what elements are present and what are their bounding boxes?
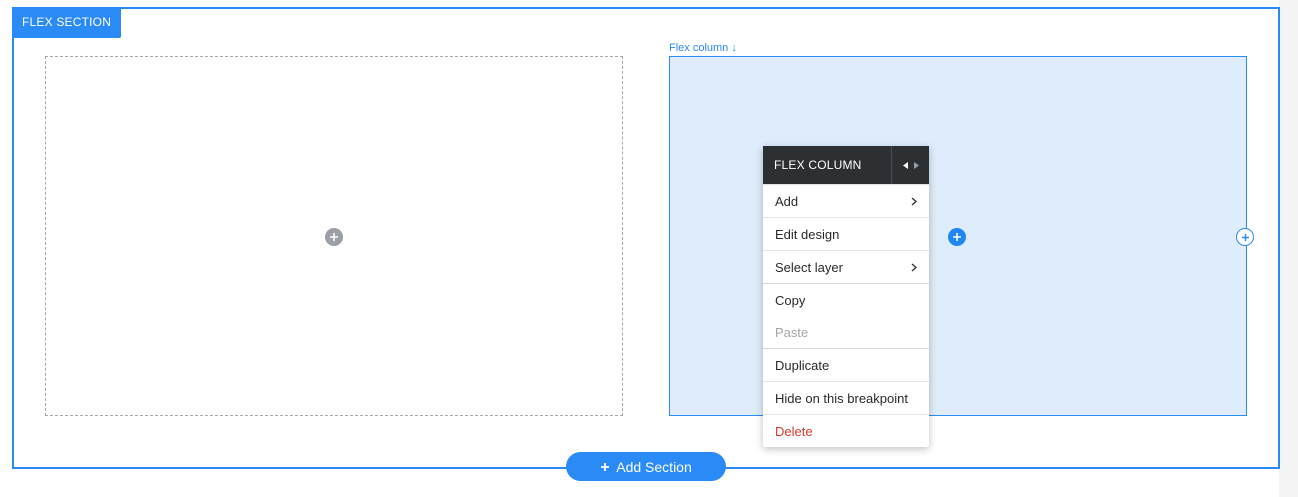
menu-item-label: Delete bbox=[775, 423, 813, 439]
menu-item-label: Add bbox=[775, 193, 799, 209]
menu-item-edit-design[interactable]: Edit design bbox=[763, 217, 929, 250]
menu-item-label: Hide on this breakpoint bbox=[775, 390, 908, 406]
plus-icon bbox=[1241, 233, 1249, 241]
menu-item-paste: Paste bbox=[763, 316, 929, 348]
flex-column-label[interactable]: Flex column ↓ bbox=[669, 42, 737, 54]
add-section-button[interactable]: Add Section bbox=[566, 452, 726, 481]
add-section-label: Add Section bbox=[616, 458, 692, 475]
menu-item-label: Select layer bbox=[775, 259, 843, 275]
plus-icon bbox=[601, 462, 610, 471]
context-menu-nav bbox=[891, 146, 929, 184]
menu-item-select-layer[interactable]: Select layer bbox=[763, 250, 929, 283]
menu-item-add[interactable]: Add bbox=[763, 184, 929, 217]
context-menu-header: FLEX COLUMN bbox=[763, 146, 929, 184]
add-element-icon[interactable] bbox=[948, 228, 966, 246]
menu-item-delete[interactable]: Delete bbox=[763, 414, 929, 447]
menu-item-copy[interactable]: Copy bbox=[763, 283, 929, 316]
add-column-icon[interactable] bbox=[1236, 228, 1254, 246]
menu-item-hide-on-breakpoint[interactable]: Hide on this breakpoint bbox=[763, 381, 929, 414]
caret-right-icon[interactable] bbox=[913, 161, 919, 169]
add-element-icon[interactable] bbox=[325, 228, 343, 246]
plus-icon bbox=[330, 233, 338, 241]
menu-item-duplicate[interactable]: Duplicate bbox=[763, 348, 929, 381]
context-menu-title: FLEX COLUMN bbox=[774, 158, 862, 172]
menu-item-label: Duplicate bbox=[775, 357, 830, 373]
plus-icon bbox=[953, 233, 961, 241]
caret-left-icon[interactable] bbox=[902, 161, 908, 169]
flex-section-tag[interactable]: FLEX SECTION bbox=[12, 7, 122, 38]
menu-item-label: Edit design bbox=[775, 226, 840, 242]
menu-item-label: Paste bbox=[775, 324, 809, 340]
chevron-right-icon bbox=[911, 262, 917, 272]
canvas-right-gutter bbox=[1279, 0, 1298, 497]
context-menu: FLEX COLUMN Add Edit design Select layer… bbox=[763, 146, 929, 447]
chevron-right-icon bbox=[911, 196, 917, 206]
menu-item-label: Copy bbox=[775, 292, 806, 308]
